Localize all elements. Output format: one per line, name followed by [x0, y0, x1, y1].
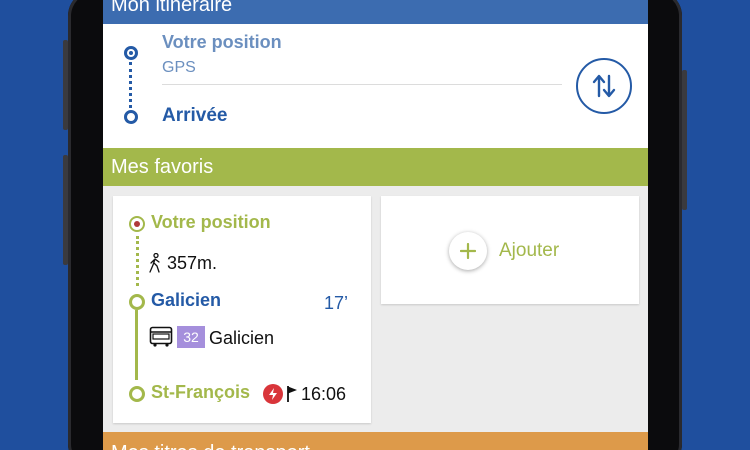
favorite-trip-card[interactable]: Votre position 357m. Galicien 17’ 32 Gal… — [113, 196, 371, 423]
add-favorite-card[interactable]: Ajouter — [381, 196, 639, 304]
flag-icon — [287, 386, 297, 402]
favorite-stop: Galicien — [151, 290, 222, 310]
favorite-origin: Votre position — [151, 212, 271, 232]
itinerary-card: Votre position GPS Arrivée — [103, 24, 648, 148]
origin-dot-icon — [124, 46, 138, 60]
volume-down-button — [63, 155, 68, 265]
add-favorite-button[interactable] — [449, 232, 487, 270]
walk-distance: 357m. — [167, 253, 218, 273]
walk-icon — [149, 253, 160, 273]
stop-dot-icon — [129, 294, 145, 310]
bus-segment-line — [135, 310, 138, 380]
divider — [162, 84, 562, 85]
favorites-header: Mes favoris — [103, 148, 648, 186]
origin-dot-icon — [129, 216, 145, 232]
alert-icon — [263, 384, 283, 404]
destination-dot-icon — [129, 386, 145, 402]
route-dashes — [129, 62, 133, 108]
volume-up-button — [63, 40, 68, 130]
origin-field[interactable]: Votre position — [162, 32, 282, 53]
origin-source: GPS — [162, 59, 196, 76]
add-favorite-label[interactable]: Ajouter — [499, 240, 559, 262]
favorite-destination: St-François — [151, 382, 251, 402]
destination-field[interactable]: Arrivée — [162, 105, 228, 127]
arrival-time: 16:06 — [301, 384, 347, 404]
stop-wait-time: 17’ — [324, 293, 349, 313]
destination-dot-icon — [124, 110, 138, 124]
swap-icon — [592, 74, 616, 98]
line-number-badge: 32 — [177, 326, 205, 348]
bus-icon — [149, 326, 173, 347]
power-button — [682, 70, 687, 210]
itinerary-header: Mon itinéraire — [103, 0, 648, 24]
swap-button[interactable] — [576, 58, 632, 114]
app-screen: Mon itinéraire Votre position GPS Arrivé… — [103, 0, 648, 450]
walk-dashes — [136, 236, 139, 286]
line-destination: Galicien — [209, 328, 275, 348]
tickets-header: Mes titres de transport — [103, 432, 648, 450]
plus-icon — [460, 243, 476, 259]
